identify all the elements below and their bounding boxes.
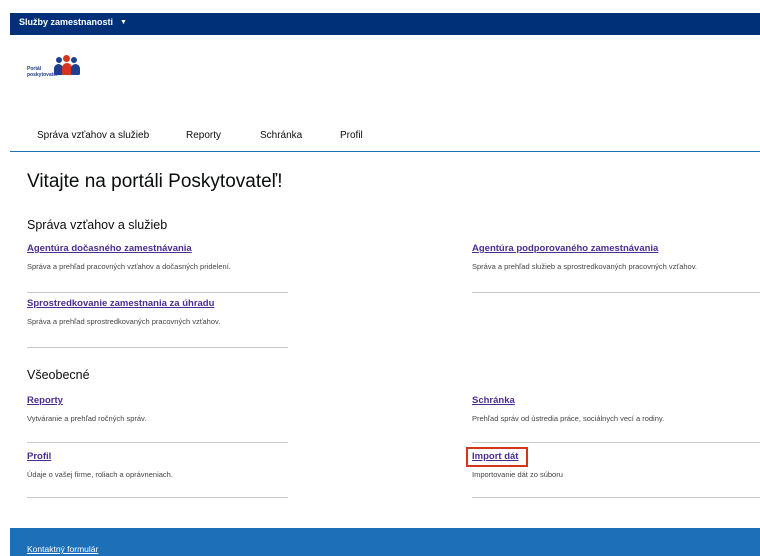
card-description: Prehľad správ od ústredia práce, sociáln… [472,414,665,423]
portal-logo[interactable]: Portál poskytovateľ [27,55,91,83]
services-menu-button[interactable]: Služby zamestnanosti ▼ [19,17,127,27]
page-title: Vitajte na portáli Poskytovateľ! [27,171,283,192]
data-import-highlight [466,447,528,467]
main-navigation: Správa vzťahov a služieb Reporty Schránk… [10,127,760,152]
profile-link[interactable]: Profil [27,451,288,462]
paid-job-placement-link[interactable]: Sprostredkovanie zamestnania za úhradu [27,298,288,309]
section-heading-general: Všeobecné [27,368,90,382]
card-profile: Profil Údaje o vašej firme, roliach a op… [27,451,288,498]
supported-employment-agency-link[interactable]: Agentúra podporovaného zamestnávania [472,243,760,254]
card-description: Správa a prehľad pracovných vzťahov a do… [27,262,231,271]
card-reports: Reporty Vytváranie a prehľad ročných spr… [27,395,288,443]
logo-person-icon [71,57,77,63]
card-description: Správa a prehľad sprostredkovaných praco… [27,317,221,326]
card-description: Údaje o vašej firme, roliach a oprávneni… [27,470,173,479]
tab-profile[interactable]: Profil [340,130,363,141]
tab-relationships-services[interactable]: Správa vzťahov a služieb [37,130,149,141]
logo-person-icon [63,55,70,62]
card-inbox: Schránka Prehľad správ od ústredia práce… [472,395,760,443]
tab-inbox[interactable]: Schránka [260,130,302,141]
chevron-down-icon: ▼ [120,19,127,26]
card-temporary-employment-agency: Agentúra dočasného zamestnávania Správa … [27,243,288,293]
reports-link[interactable]: Reporty [27,395,288,406]
services-menu-label: Služby zamestnanosti [19,17,114,27]
contact-form-link[interactable]: Kontaktný formulár [27,544,98,554]
card-description: Importovanie dát zo súboru [472,470,563,479]
card-description: Správa a prehľad služieb a sprostredkova… [472,262,697,271]
logo-person-icon [56,57,62,63]
card-description: Vytváranie a prehľad ročných správ. [27,414,147,423]
logo-figure [71,64,80,75]
inbox-link[interactable]: Schránka [472,395,760,406]
section-heading-relationships: Správa vzťahov a služieb [27,218,168,232]
card-supported-employment-agency: Agentúra podporovaného zamestnávania Spr… [472,243,760,293]
top-service-bar: Služby zamestnanosti ▼ [10,13,760,35]
footer: Kontaktný formulár [10,528,760,556]
temporary-employment-agency-link[interactable]: Agentúra dočasného zamestnávania [27,243,288,254]
card-paid-job-placement: Sprostredkovanie zamestnania za úhradu S… [27,298,288,348]
tab-reports[interactable]: Reporty [186,130,221,141]
